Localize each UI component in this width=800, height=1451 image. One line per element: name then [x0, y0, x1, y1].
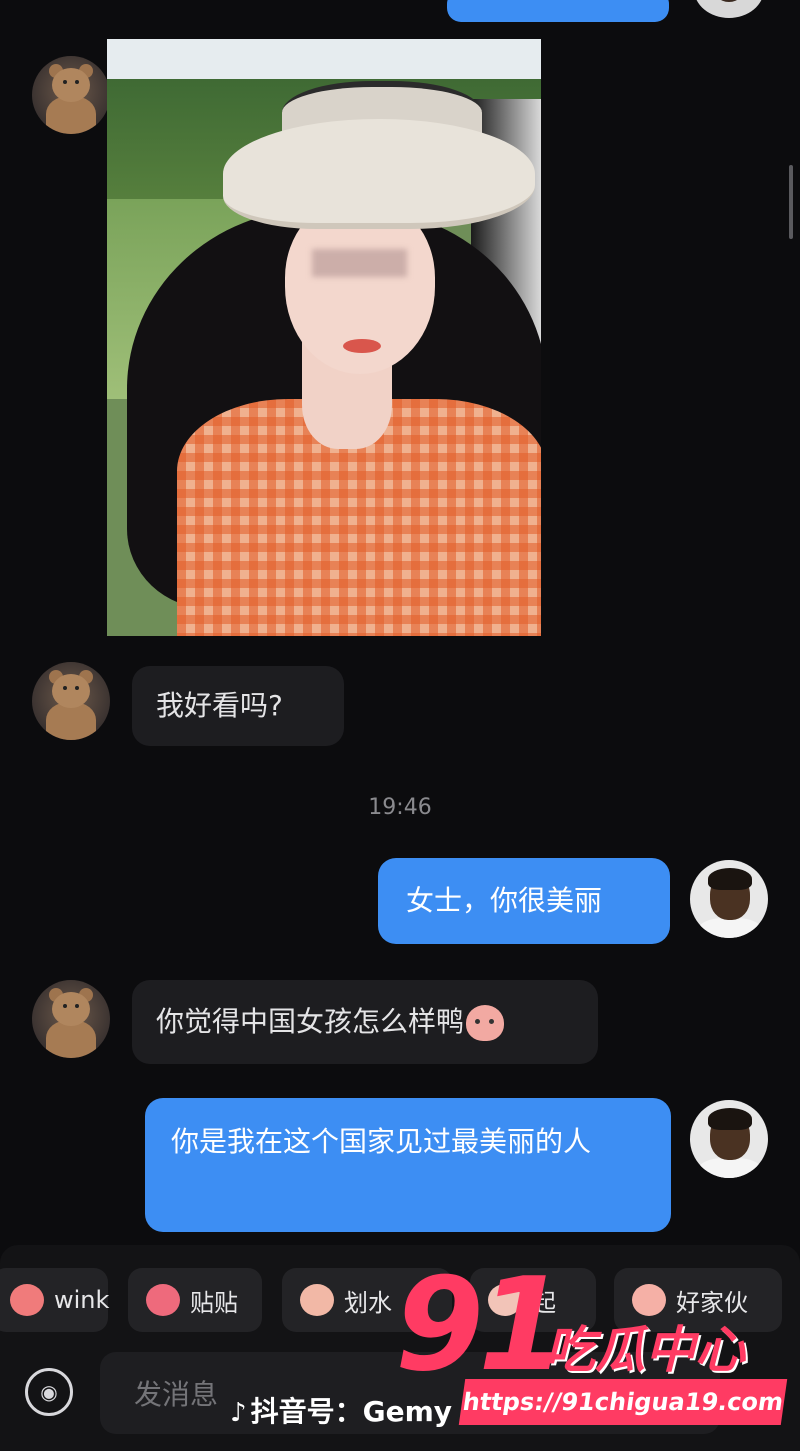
wink-sticker-icon: [10, 1284, 44, 1316]
voice-input-button[interactable]: ◉: [25, 1368, 73, 1416]
site-logo-url: https://91chigua19.com: [458, 1379, 788, 1425]
my-avatar[interactable]: [690, 1100, 768, 1178]
peach-face-icon: [466, 1005, 505, 1041]
quick-reply-wink[interactable]: wink: [0, 1268, 109, 1332]
my-avatar[interactable]: [694, 0, 764, 18]
scrollbar[interactable]: [789, 165, 793, 239]
site-logo-name: 吃瓜中心: [545, 1321, 745, 1379]
incoming-message[interactable]: 我好看吗?: [132, 666, 344, 746]
voice-icon: ◉: [40, 1380, 58, 1404]
outgoing-message[interactable]: 你是我在这个国家见过最美丽的人: [145, 1098, 671, 1232]
site-logo-number: 91: [395, 1251, 567, 1400]
paddle-sticker-icon: [300, 1284, 334, 1316]
incoming-message[interactable]: 你觉得中国女孩怎么样鸭: [132, 980, 598, 1064]
message-input-placeholder: 发消息: [134, 1378, 219, 1411]
shared-photo[interactable]: [107, 39, 541, 636]
tiktok-icon: ♪: [230, 1398, 247, 1428]
censor-blur: [312, 249, 407, 277]
outgoing-message[interactable]: 女士，你很美丽: [378, 858, 670, 944]
cuddle-sticker-icon: [146, 1284, 180, 1316]
sender-avatar[interactable]: [32, 980, 110, 1058]
sender-avatar[interactable]: [32, 56, 110, 134]
message-text: 你觉得中国女孩怎么样鸭: [156, 1005, 465, 1038]
sender-avatar[interactable]: [32, 662, 110, 740]
message-timestamp: 19:46: [368, 795, 432, 820]
avatar-face: [712, 0, 746, 2]
sun-visor-hat: [223, 119, 535, 229]
my-avatar[interactable]: [690, 860, 768, 938]
quick-reply-cuddle[interactable]: 贴贴: [128, 1268, 262, 1332]
previous-outgoing-bubble[interactable]: [447, 0, 669, 22]
